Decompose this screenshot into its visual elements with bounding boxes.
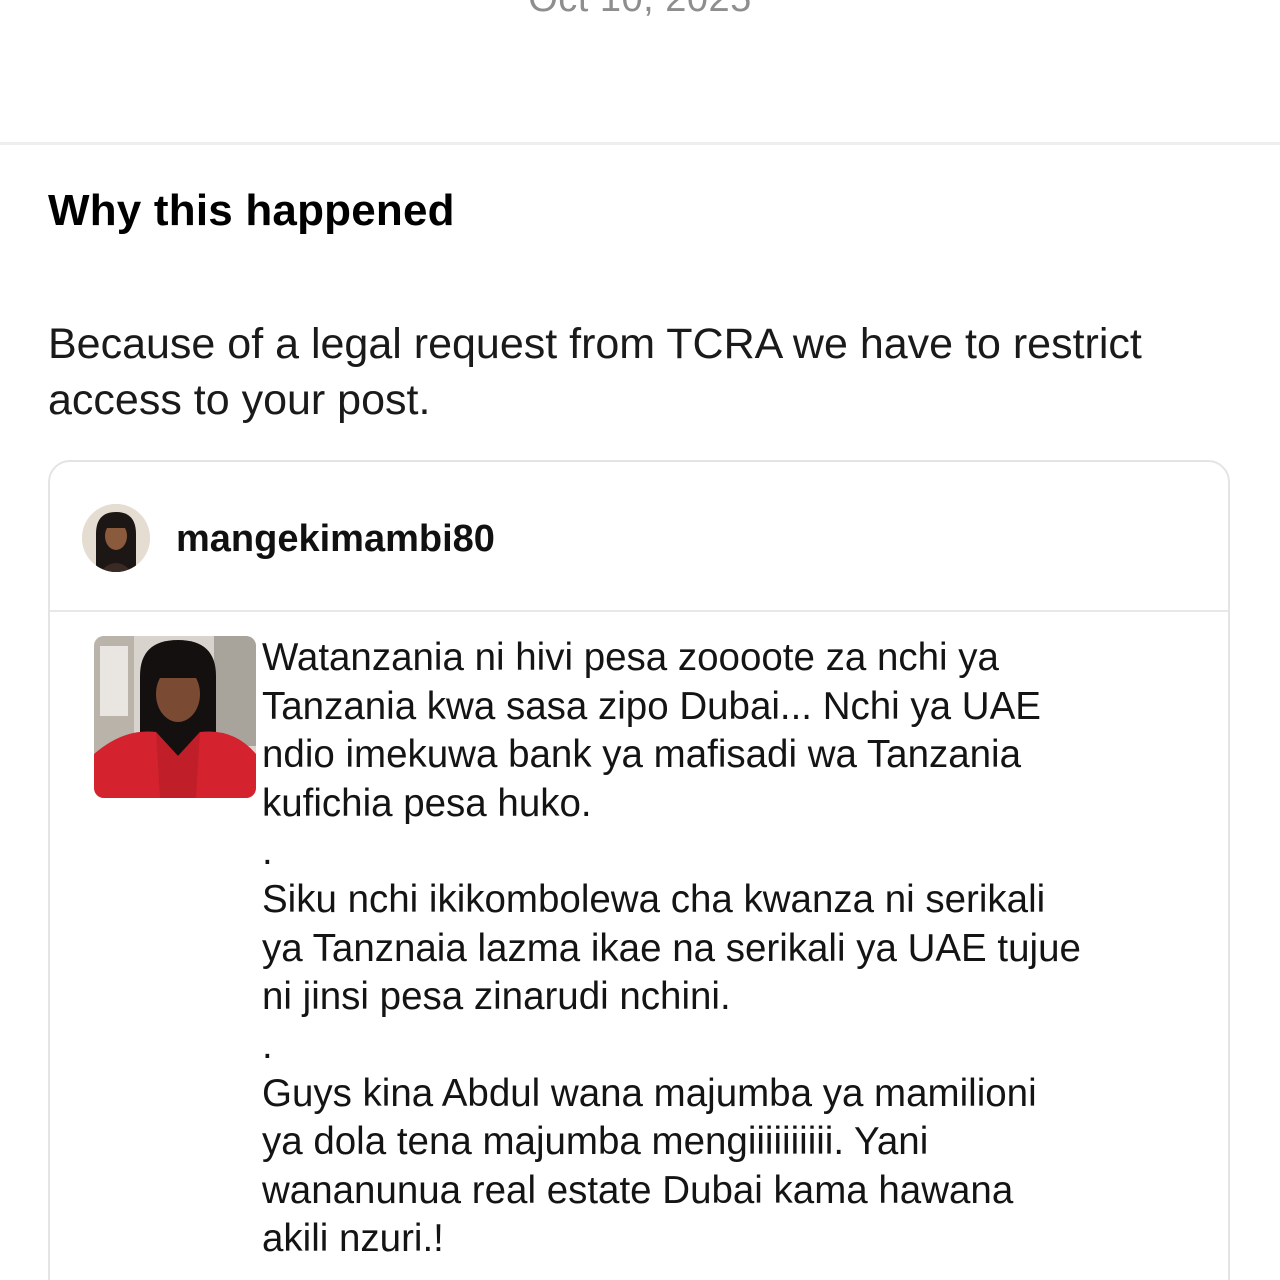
post-header: mangekimambi80 xyxy=(50,462,1228,612)
caption-separator: . xyxy=(262,830,273,873)
caption-paragraph: Guys kina Abdul wana majumba ya mamilion… xyxy=(262,1071,1037,1261)
post-thumbnail[interactable] xyxy=(94,636,256,798)
section-divider xyxy=(0,142,1280,145)
caption-separator: . xyxy=(262,1023,273,1067)
avatar-image xyxy=(82,504,150,572)
post-caption: Watanzania ni hivi pesa zoooote za nchi … xyxy=(262,634,1222,1264)
post-thumbnail-image xyxy=(94,636,256,798)
restriction-reason-text: Because of a legal request from TCRA we … xyxy=(48,320,1142,424)
caption-paragraph: Siku nchi ikikombolewa cha kwanza ni ser… xyxy=(262,878,1081,1018)
caption-paragraph: Watanzania ni hivi pesa zoooote za nchi … xyxy=(262,636,1041,825)
avatar[interactable] xyxy=(82,504,150,572)
post-username[interactable]: mangekimambi80 xyxy=(176,518,495,561)
restricted-post-card[interactable]: mangekimambi80 Watanzania ni hivi pesa z… xyxy=(48,460,1230,1280)
notice-date: Oct 10, 2025 xyxy=(0,0,1280,21)
restriction-notice-page: Oct 10, 2025 Why this happened Because o… xyxy=(0,0,1280,1280)
why-this-happened-heading: Why this happened xyxy=(48,186,455,235)
